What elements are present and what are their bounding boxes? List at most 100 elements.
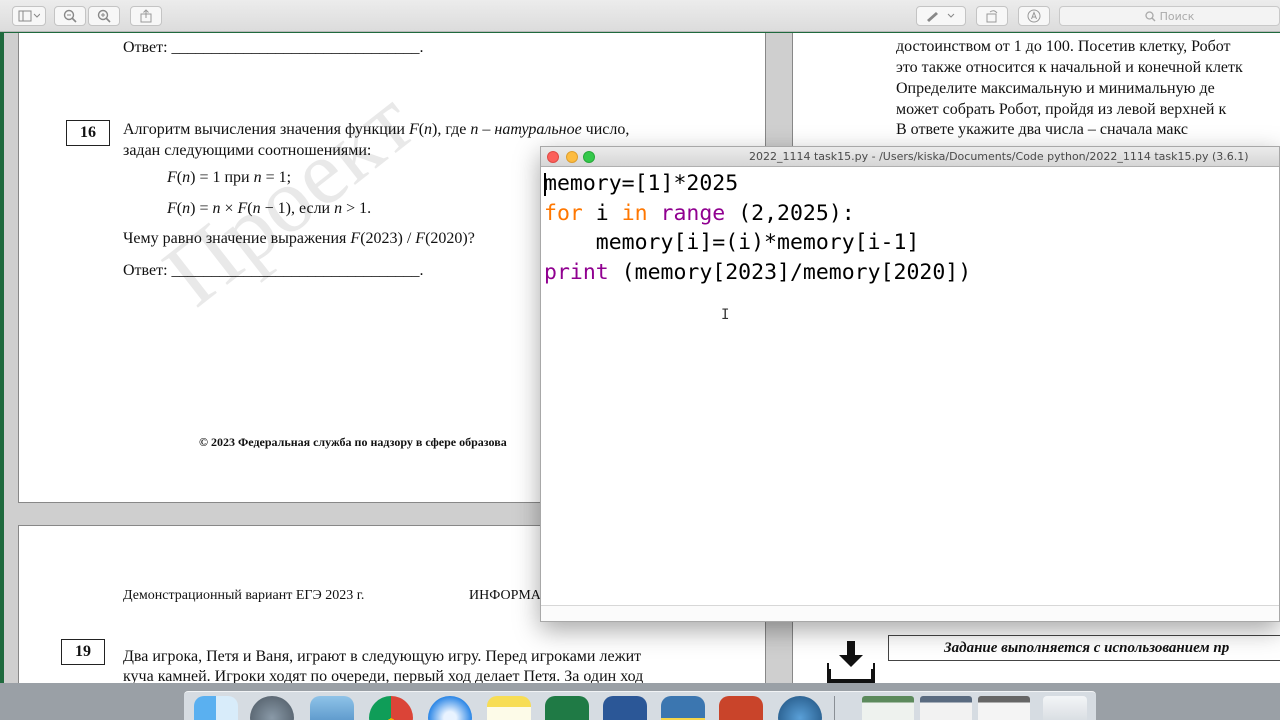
dock-separator bbox=[834, 696, 835, 720]
task16-var: n bbox=[424, 121, 433, 138]
screenshot-thumb-icon[interactable] bbox=[920, 696, 972, 720]
task16-italic: натуральное bbox=[494, 121, 582, 138]
fn: F bbox=[237, 200, 248, 217]
zoom-button[interactable] bbox=[583, 151, 595, 163]
fn: F bbox=[415, 230, 426, 247]
powerpoint-icon[interactable] bbox=[719, 696, 763, 720]
task19-line1: Два игрока, Петя и Ваня, играют в следую… bbox=[123, 648, 642, 665]
txt: − 1), если bbox=[260, 200, 335, 217]
screenshot-thumb-icon[interactable] bbox=[978, 696, 1030, 720]
code-line-3: memory[i]=(i)*memory[i-1] bbox=[544, 230, 920, 255]
task16-answer: Ответ: _______________________________. bbox=[123, 262, 424, 280]
task16-text: Алгоритм вычисления значения функции bbox=[123, 121, 409, 138]
code-text: (2,2025): bbox=[725, 200, 855, 226]
sidebar-toggle-button[interactable] bbox=[12, 6, 46, 26]
fn: F bbox=[167, 169, 177, 186]
finder-icon[interactable] bbox=[194, 696, 238, 720]
task16-rule2: F(n) = n × F(n − 1), если n > 1. bbox=[167, 200, 371, 218]
zoom-out-icon bbox=[63, 9, 77, 23]
zoom-in-button[interactable] bbox=[88, 6, 120, 26]
code-editor[interactable]: memory=[1]*2025 for i in range (2,2025):… bbox=[544, 169, 971, 287]
share-button[interactable] bbox=[130, 6, 162, 26]
var: n bbox=[182, 169, 191, 186]
rotate-button[interactable] bbox=[976, 6, 1008, 26]
excel-icon[interactable] bbox=[545, 696, 589, 720]
answer-line: _______________________________. bbox=[171, 39, 424, 56]
var: n bbox=[252, 200, 261, 217]
answer-label: Ответ: bbox=[123, 262, 172, 279]
python-idle-icon[interactable] bbox=[661, 696, 705, 720]
keyword-in: in bbox=[621, 200, 648, 226]
idle-titlebar[interactable]: 2022_1114 task15.py - /Users/kiska/Docum… bbox=[541, 147, 1279, 167]
right-col-line4: может собрать Робот, пройдя из левой вер… bbox=[896, 101, 1227, 118]
fn: F bbox=[167, 200, 177, 217]
right-col-line2: это также относится к начальной и конечн… bbox=[896, 59, 1243, 76]
markup-icon bbox=[927, 12, 955, 22]
code-line-4: print (memory[2023]/memory[2020]) bbox=[544, 260, 971, 285]
search-icon bbox=[1144, 10, 1156, 21]
status-bar bbox=[541, 605, 1279, 621]
task16-line2: задан следующими соотношениями: bbox=[123, 142, 372, 159]
zoom-out-button[interactable] bbox=[54, 6, 86, 26]
var: n bbox=[182, 200, 191, 217]
text-caret bbox=[544, 173, 546, 196]
keyword-for: for bbox=[544, 200, 583, 226]
var: n bbox=[334, 200, 343, 217]
code-line-2: for i in range (2,2025): bbox=[544, 201, 855, 226]
annotate-button[interactable] bbox=[1018, 6, 1050, 26]
task-number-19: 19 bbox=[61, 639, 105, 665]
word-icon[interactable] bbox=[603, 696, 647, 720]
task16-line1: Алгоритм вычисления значения функции F(n… bbox=[123, 121, 629, 139]
minimize-button[interactable] bbox=[566, 151, 578, 163]
share-icon bbox=[140, 9, 152, 23]
txt: > 1. bbox=[342, 200, 372, 217]
code-text: i bbox=[582, 200, 622, 226]
task-number-16: 16 bbox=[66, 120, 110, 146]
notice-banner: Задание выполняется с использованием пр bbox=[888, 635, 1280, 661]
download-icon bbox=[827, 641, 875, 683]
screenshot-thumb-icon[interactable] bbox=[862, 696, 914, 720]
fn: F bbox=[350, 230, 361, 247]
code-line-1: memory=[1]*2025 bbox=[544, 171, 739, 196]
page-header-right: ИНФОРМА bbox=[469, 588, 541, 603]
markup-button[interactable] bbox=[916, 6, 966, 26]
window-title: 2022_1114 task15.py - /Users/kiska/Docum… bbox=[749, 150, 1249, 163]
search-field[interactable]: Поиск bbox=[1059, 6, 1280, 26]
task16-fn: F bbox=[408, 121, 419, 138]
txt: ) = 1 при bbox=[190, 169, 254, 186]
right-col-line3: Определите максимальную и минимальную де bbox=[896, 80, 1215, 97]
rotate-icon bbox=[986, 10, 998, 23]
idle-editor-window[interactable]: 2022_1114 task15.py - /Users/kiska/Docum… bbox=[540, 146, 1280, 622]
preview-toolbar: Поиск bbox=[0, 0, 1280, 32]
copyright-footer: © 2023 Федеральная служба по надзору в с… bbox=[199, 435, 507, 449]
preview-icon[interactable] bbox=[310, 696, 354, 720]
answer-line: _______________________________. bbox=[171, 262, 424, 279]
ibeam-cursor-icon: I bbox=[721, 307, 730, 323]
page-header-left: Демонстрационный вариант ЕГЭ 2023 г. bbox=[123, 588, 365, 603]
code-text: (memory[2023]/memory[2020]) bbox=[608, 259, 972, 285]
annotate-icon bbox=[1027, 9, 1041, 23]
builtin-print: print bbox=[544, 259, 609, 285]
txt: = 1; bbox=[261, 169, 292, 186]
search-placeholder: Поиск bbox=[1159, 9, 1195, 23]
sidebar-icon bbox=[18, 10, 40, 22]
task16-rule1: F(n) = 1 при n = 1; bbox=[167, 169, 291, 187]
txt: × bbox=[220, 200, 238, 217]
task16-text: – bbox=[478, 121, 495, 138]
close-button[interactable] bbox=[547, 151, 559, 163]
right-col-line1: достоинством от 1 до 100. Посетив клетку… bbox=[896, 38, 1231, 55]
answer-label: Ответ: bbox=[123, 39, 172, 56]
txt: (2020)? bbox=[425, 230, 475, 247]
task19-line2: куча камней. Игроки ходят по очереди, пе… bbox=[123, 668, 644, 683]
task16-text: число, bbox=[581, 121, 630, 138]
notice-banner-text: Задание выполняется с использованием пр bbox=[944, 639, 1230, 656]
txt: ) = bbox=[190, 200, 213, 217]
notes-icon[interactable] bbox=[487, 696, 531, 720]
builtin-range: range bbox=[660, 200, 726, 226]
task16-question: Чему равно значение выражения F(2023) / … bbox=[123, 230, 475, 248]
answer-top: Ответ: _______________________________. bbox=[123, 39, 424, 57]
txt: Чему равно значение выражения bbox=[123, 230, 351, 247]
trash-icon[interactable] bbox=[1043, 696, 1087, 720]
txt: (2023) / bbox=[360, 230, 416, 247]
